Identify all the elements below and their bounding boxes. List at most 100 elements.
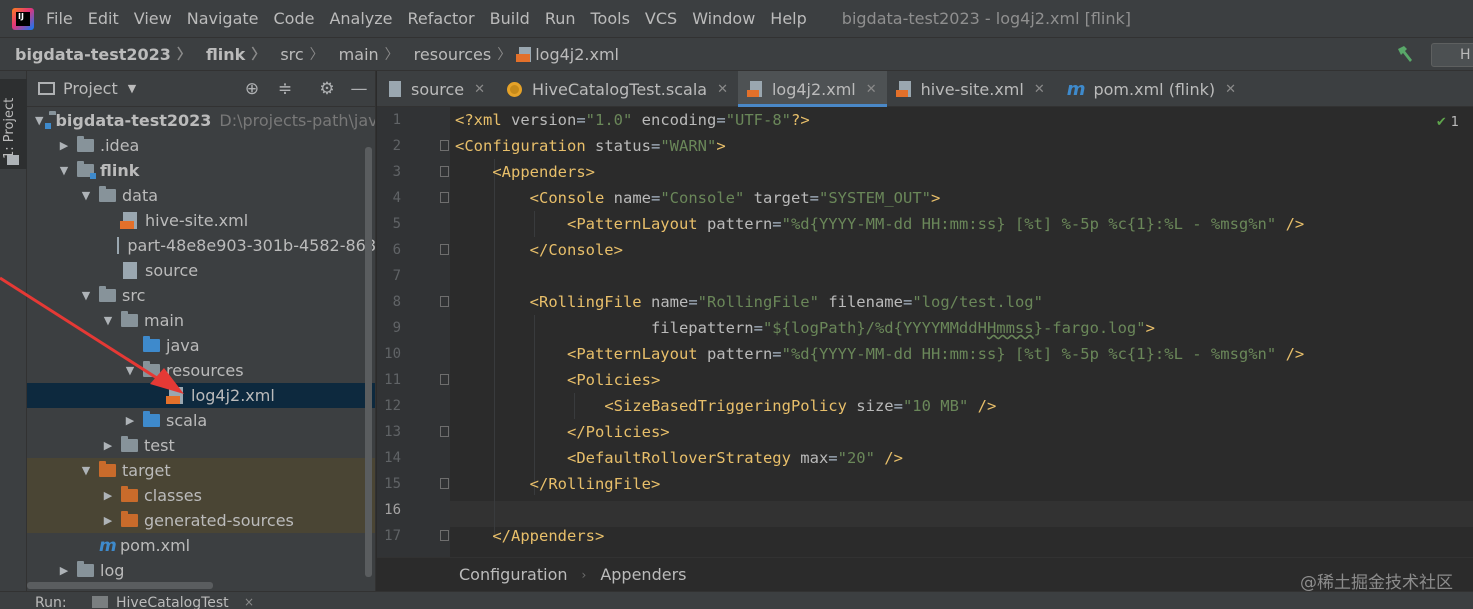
editor-gutter[interactable]: 1 2 3 4 5 6 7 8 9 10 11 12 13 14 15 16 1…	[377, 107, 450, 557]
fold-end-marker-icon[interactable]	[440, 244, 449, 255]
close-icon[interactable]: ✕	[717, 82, 728, 97]
fold-end-marker-icon[interactable]	[440, 478, 449, 489]
folder-icon	[99, 186, 116, 202]
tree-row-resources[interactable]: ▼ resources	[27, 358, 375, 383]
excluded-folder-icon	[99, 461, 116, 477]
tab-pom[interactable]: m pom.xml (flink) ✕	[1055, 71, 1246, 107]
project-tool-tab[interactable]: 1: Project	[0, 79, 27, 169]
tree-row-java[interactable]: ▶java	[27, 333, 375, 358]
tab-source[interactable]: source ✕	[377, 71, 495, 107]
menu-help[interactable]: Help	[770, 9, 806, 28]
caret-down-icon[interactable]: ▼	[128, 82, 136, 95]
tree-row-scala[interactable]: ▶ scala	[27, 408, 375, 433]
menu-vcs[interactable]: VCS	[645, 9, 677, 28]
chevron-down-icon[interactable]: ▼	[79, 464, 93, 477]
nav-crumb-file[interactable]: log4j2.xml	[511, 45, 619, 64]
tree-row-src[interactable]: ▼ src	[27, 283, 375, 308]
menu-run[interactable]: Run	[545, 9, 576, 28]
project-view-selector[interactable]: Project	[63, 79, 118, 98]
close-icon[interactable]: ✕	[1034, 82, 1045, 97]
fold-marker-icon[interactable]	[440, 192, 449, 203]
tree-row-idea[interactable]: ▶ .idea	[27, 133, 375, 158]
menu-view[interactable]: View	[134, 9, 172, 28]
menu-tools[interactable]: Tools	[591, 9, 630, 28]
chevron-right-icon: 〉	[251, 47, 266, 63]
menu-file[interactable]: File	[46, 9, 73, 28]
menu-code[interactable]: Code	[274, 9, 315, 28]
code-line-6: </Console>	[529, 241, 623, 259]
chevron-down-icon[interactable]: ▼	[79, 289, 93, 302]
fold-marker-icon[interactable]	[440, 374, 449, 385]
chevron-right-icon[interactable]: ▶	[101, 439, 115, 452]
tree-row-data[interactable]: ▼ data	[27, 183, 375, 208]
locate-crosshair-icon[interactable]: ⊕	[242, 79, 262, 99]
run-config-selector[interactable]: H	[1431, 43, 1473, 67]
tree-row-part-file[interactable]: ▶part-48e8e903-301b-4582-868	[27, 233, 375, 258]
chevron-right-icon[interactable]: ▶	[101, 514, 115, 527]
chevron-down-icon[interactable]: ▼	[101, 314, 115, 327]
tree-row-project-root[interactable]: ▼ bigdata-test2023 D:\projects-path\java\	[27, 108, 375, 133]
gear-icon[interactable]: ⚙	[317, 79, 337, 99]
fold-end-marker-icon[interactable]	[440, 426, 449, 437]
breadcrumb-configuration[interactable]: Configuration	[459, 565, 568, 584]
menu-navigate[interactable]: Navigate	[187, 9, 259, 28]
tree-label: resources	[166, 361, 244, 380]
collapse-all-icon[interactable]: ≑	[275, 79, 295, 99]
breadcrumb-appenders[interactable]: Appenders	[600, 565, 686, 584]
fold-marker-icon[interactable]	[440, 166, 449, 177]
nav-crumb-src[interactable]: src 〉	[265, 44, 323, 64]
tree-row-generated-sources[interactable]: ▶ generated-sources	[27, 508, 375, 533]
code-editor[interactable]: <?xml version="1.0" encoding="UTF-8"?> <…	[450, 107, 1473, 557]
nav-crumb-main[interactable]: main 〉	[324, 44, 399, 64]
tree-row-pom[interactable]: ▶mpom.xml	[27, 533, 375, 558]
chevron-right-icon[interactable]: ▶	[123, 414, 137, 427]
tree-row-hive-site[interactable]: ▶hive-site.xml	[27, 208, 375, 233]
line-number: 9	[392, 320, 401, 336]
tree-vertical-scrollbar[interactable]	[365, 147, 372, 577]
menu-build[interactable]: Build	[490, 9, 530, 28]
menu-window[interactable]: Window	[692, 9, 755, 28]
nav-crumb-project[interactable]: bigdata-test2023 〉	[0, 44, 191, 64]
fold-end-marker-icon[interactable]	[440, 530, 449, 541]
tree-row-target[interactable]: ▼ target	[27, 458, 375, 483]
tree-horizontal-scrollbar[interactable]	[27, 582, 213, 589]
tree-row-test[interactable]: ▶ test	[27, 433, 375, 458]
folder-icon	[99, 286, 116, 302]
tab-log4j2[interactable]: log4j2.xml ✕	[737, 71, 887, 107]
menu-refactor[interactable]: Refactor	[408, 9, 475, 28]
nav-crumb-resources[interactable]: resources 〉	[399, 44, 512, 64]
tree-row-classes[interactable]: ▶ classes	[27, 483, 375, 508]
chevron-right-icon: 〉	[309, 47, 324, 63]
chevron-down-icon[interactable]: ▼	[57, 164, 71, 177]
xml-file-icon	[516, 46, 532, 62]
close-icon[interactable]: ×	[244, 595, 254, 609]
chevron-right-icon[interactable]: ▶	[57, 564, 71, 577]
nav-crumb-module[interactable]: flink 〉	[191, 44, 265, 64]
close-icon[interactable]: ✕	[1225, 82, 1236, 97]
tab-hive-site[interactable]: hive-site.xml ✕	[887, 71, 1055, 107]
code-line-2: <Configuration status="WARN">	[455, 137, 726, 155]
fold-marker-icon[interactable]	[440, 296, 449, 307]
chevron-down-icon[interactable]: ▼	[79, 189, 93, 202]
close-icon[interactable]: ✕	[474, 82, 485, 97]
fold-marker-icon[interactable]	[440, 140, 449, 151]
inspection-widget[interactable]: ✔ 1	[1436, 114, 1459, 130]
chevron-down-icon[interactable]: ▼	[123, 364, 137, 377]
build-hammer-icon[interactable]	[1395, 44, 1415, 64]
chevron-down-icon[interactable]: ▼	[35, 114, 43, 127]
tree-row-source[interactable]: ▶source	[27, 258, 375, 283]
chevron-right-icon[interactable]: ▶	[57, 139, 71, 152]
chevron-right-icon[interactable]: ▶	[101, 489, 115, 502]
close-icon[interactable]: ✕	[866, 82, 877, 97]
minimize-icon[interactable]: —	[349, 79, 369, 99]
tree-row-log[interactable]: ▶ log	[27, 558, 375, 583]
tab-hivecatalogtest[interactable]: HiveCatalogTest.scala ✕	[495, 71, 738, 107]
run-tab-hivecatalogtest[interactable]: HiveCatalogTest	[116, 595, 229, 609]
tab-label: source	[411, 79, 465, 99]
menu-analyze[interactable]: Analyze	[329, 9, 392, 28]
tree-row-log4j2[interactable]: ▶log4j2.xml	[27, 383, 375, 408]
tree-row-flink[interactable]: ▼ flink	[27, 158, 375, 183]
tree-row-main[interactable]: ▼ main	[27, 308, 375, 333]
inspection-count: 1	[1450, 115, 1459, 130]
menu-edit[interactable]: Edit	[88, 9, 119, 28]
